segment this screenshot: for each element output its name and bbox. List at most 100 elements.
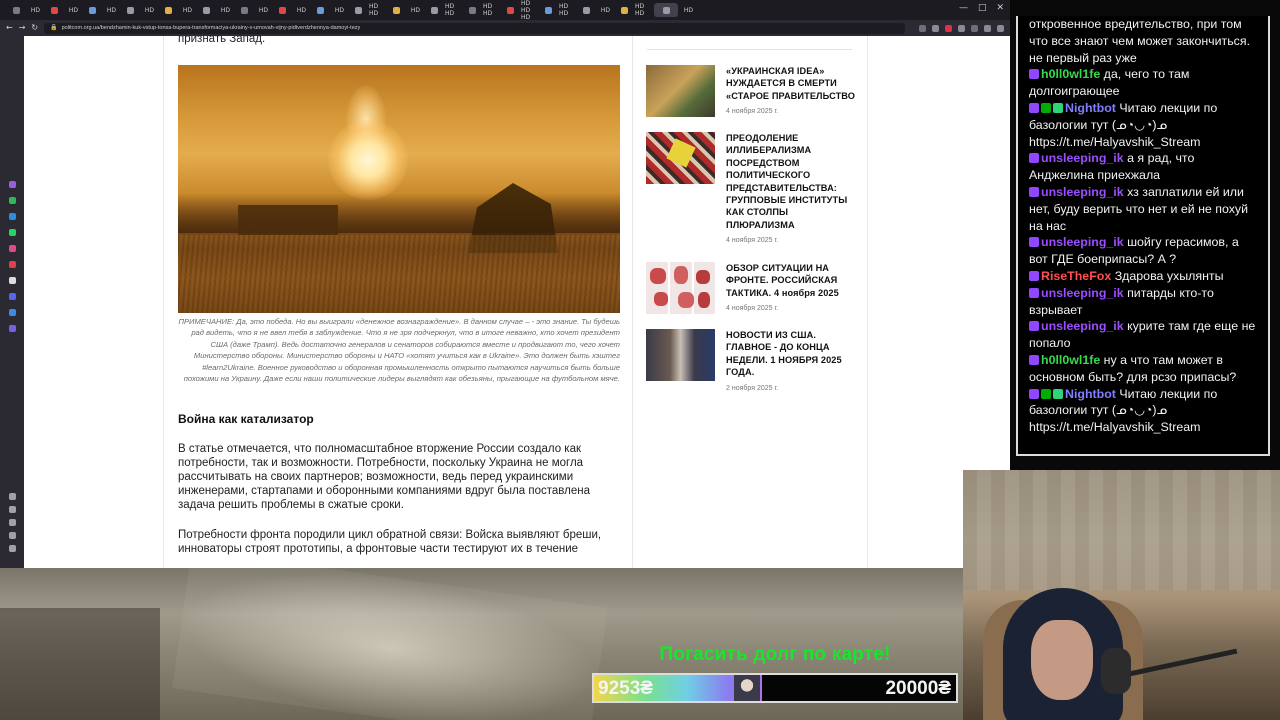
- related-post-thumbnail[interactable]: [646, 329, 715, 381]
- address-bar[interactable]: 🔒 politcom.org.ua/bendzhamin-kuk-vstup-t…: [44, 22, 905, 34]
- browser-tab-label[interactable]: HD: [293, 3, 310, 17]
- browser-tab[interactable]: [388, 3, 405, 17]
- chat-badge-icon: [1029, 270, 1039, 281]
- related-post-title[interactable]: ПРЕОДОЛЕНИЕ ИЛЛИБЕРАЛИЗМА ПОСРЕДСТВОМ ПО…: [726, 132, 856, 231]
- browser-tab-label[interactable]: HD HD: [369, 3, 386, 17]
- browser-tab[interactable]: [312, 3, 329, 17]
- sidebar-app-icon[interactable]: [9, 213, 16, 220]
- minimize-icon[interactable]: —: [959, 3, 968, 13]
- sidebar-app-icon[interactable]: [9, 293, 16, 300]
- related-post-title[interactable]: ОБЗОР СИТУАЦИИ НА ФРОНТЕ. РОССИЙСКАЯ ТАК…: [726, 262, 856, 299]
- back-icon[interactable]: ←: [6, 24, 13, 32]
- browser-tab[interactable]: [350, 3, 367, 17]
- browser-tab-label[interactable]: HD: [65, 3, 82, 17]
- browser-tab-label[interactable]: HD HD HD: [521, 0, 538, 20]
- browser-tab[interactable]: [540, 3, 557, 17]
- chat-username[interactable]: RiseTheFox: [1041, 269, 1115, 283]
- tab-bar[interactable]: HD HD HD HD HD HD HD HD HD HD HD HD HD HD HD HD HD HD…: [0, 0, 1010, 20]
- browser-tab[interactable]: [160, 3, 177, 17]
- chat-username[interactable]: Nightbot: [1065, 387, 1119, 401]
- sidebar-tool-icon[interactable]: [9, 493, 16, 500]
- forward-icon[interactable]: →: [19, 24, 26, 32]
- sidebar-tool-icon[interactable]: [9, 532, 16, 539]
- chat-username[interactable]: Nightbot: [1065, 101, 1119, 115]
- browser-tab[interactable]: [426, 3, 443, 17]
- browser-tab[interactable]: [616, 3, 633, 17]
- extension-icon[interactable]: [919, 24, 926, 32]
- scene-shadow: [0, 608, 160, 720]
- related-post-thumbnail[interactable]: [646, 132, 715, 184]
- reload-icon[interactable]: ↻: [31, 24, 38, 32]
- browser-tab[interactable]: [464, 3, 481, 17]
- related-post[interactable]: ОБЗОР СИТУАЦИИ НА ФРОНТЕ. РОССИЙСКАЯ ТАК…: [646, 262, 856, 314]
- sidebar-divider: [647, 49, 852, 50]
- sidebar-app-icon[interactable]: [9, 261, 16, 268]
- sidebar-app-icon[interactable]: [9, 245, 16, 252]
- chat-username[interactable]: unsleeping_ik: [1041, 286, 1127, 300]
- sidebar-tool-icon[interactable]: [9, 519, 16, 526]
- section-heading: Война как катализатор: [178, 412, 314, 427]
- browser-tab[interactable]: [122, 3, 139, 17]
- chat-username[interactable]: h0ll0wl1fe: [1041, 353, 1104, 367]
- browser-tab-label[interactable]: HD HD: [559, 3, 576, 17]
- browser-tab[interactable]: [84, 3, 101, 17]
- browser-tab-label[interactable]: HD: [141, 3, 158, 17]
- related-post-thumbnail[interactable]: [646, 262, 715, 314]
- navigation-bar: ← → ↻ 🔒 politcom.org.ua/bendzhamin-kuk-v…: [0, 20, 1010, 36]
- extension-icon[interactable]: [971, 24, 978, 32]
- chat-username[interactable]: unsleeping_ik: [1041, 319, 1127, 333]
- chat-username[interactable]: unsleeping_ik: [1041, 235, 1127, 249]
- browser-tab-label[interactable]: HD: [255, 3, 272, 17]
- sidebar-tool-icon[interactable]: [9, 545, 16, 552]
- sidebar-app-icon[interactable]: [9, 181, 16, 188]
- donation-goal-title: Погасить долг по карте!: [659, 644, 891, 665]
- browser-tab-label[interactable]: HD HD: [483, 3, 500, 17]
- browser-tab-label[interactable]: HD HD: [635, 3, 652, 17]
- extension-icon[interactable]: [958, 24, 965, 32]
- browser-tab-label[interactable]: HD: [680, 3, 697, 17]
- sidebar-app-icon[interactable]: [9, 277, 16, 284]
- browser-tab-label[interactable]: HD: [27, 3, 44, 17]
- chat-badge-icon: [1029, 388, 1039, 399]
- related-post[interactable]: ПРЕОДОЛЕНИЕ ИЛЛИБЕРАЛИЗМА ПОСРЕДСТВОМ ПО…: [646, 132, 856, 244]
- sidebar-tool-icon[interactable]: [9, 506, 16, 513]
- related-post-text: НОВОСТИ ИЗ США. ГЛАВНОЕ - ДО КОНЦА НЕДЕЛ…: [726, 329, 856, 392]
- browser-tab[interactable]: [274, 3, 291, 17]
- browser-tab[interactable]: [502, 3, 519, 17]
- sidebar-app-icon[interactable]: [9, 325, 16, 332]
- related-post-thumbnail[interactable]: [646, 65, 715, 117]
- browser-tab[interactable]: [654, 3, 678, 17]
- browser-tab[interactable]: [236, 3, 253, 17]
- chat-username[interactable]: h0ll0wl1fe: [1041, 67, 1104, 81]
- browser-tab-label[interactable]: HD: [179, 3, 196, 17]
- browser-tab[interactable]: [578, 3, 595, 17]
- maximize-icon[interactable]: □: [978, 3, 987, 13]
- browser-tab[interactable]: [8, 3, 25, 17]
- extension-icon[interactable]: [932, 24, 939, 32]
- tab-favicon-icon: [621, 6, 628, 14]
- browser-tab-label[interactable]: HD: [407, 3, 424, 17]
- related-post-title[interactable]: «УКРАИНСКАЯ IDEA» НУЖДАЕТСЯ В СМЕРТИ «СТ…: [726, 65, 856, 102]
- menu-icon[interactable]: [997, 24, 1004, 32]
- browser-tab-label[interactable]: HD: [597, 3, 614, 17]
- chat-username[interactable]: unsleeping_ik: [1041, 151, 1127, 165]
- sidebar-app-icon[interactable]: [9, 197, 16, 204]
- related-post-title[interactable]: НОВОСТИ ИЗ США. ГЛАВНОЕ - ДО КОНЦА НЕДЕЛ…: [726, 329, 856, 379]
- close-icon[interactable]: ✕: [996, 3, 1004, 13]
- browser-tab-label[interactable]: HD HD: [445, 3, 462, 17]
- sidebar-app-icon[interactable]: [9, 309, 16, 316]
- related-post[interactable]: «УКРАИНСКАЯ IDEA» НУЖДАЕТСЯ В СМЕРТИ «СТ…: [646, 65, 856, 117]
- browser-tab[interactable]: [46, 3, 63, 17]
- extension-icon[interactable]: [945, 24, 952, 32]
- extension-icon[interactable]: [984, 24, 991, 32]
- tab-favicon-icon: [203, 6, 210, 14]
- browser-tab-label[interactable]: HD: [103, 3, 120, 17]
- chat-username[interactable]: unsleeping_ik: [1041, 185, 1127, 199]
- sidebar-app-icon[interactable]: [9, 229, 16, 236]
- browser-tab-label[interactable]: HD: [217, 3, 234, 17]
- browser-tab-label[interactable]: HD: [331, 3, 348, 17]
- related-post[interactable]: НОВОСТИ ИЗ США. ГЛАВНОЕ - ДО КОНЦА НЕДЕЛ…: [646, 329, 856, 392]
- browser-tab[interactable]: [198, 3, 215, 17]
- url-text: politcom.org.ua/bendzhamin-kuk-vstup-ton…: [61, 25, 361, 31]
- webcam-feed: [963, 470, 1280, 720]
